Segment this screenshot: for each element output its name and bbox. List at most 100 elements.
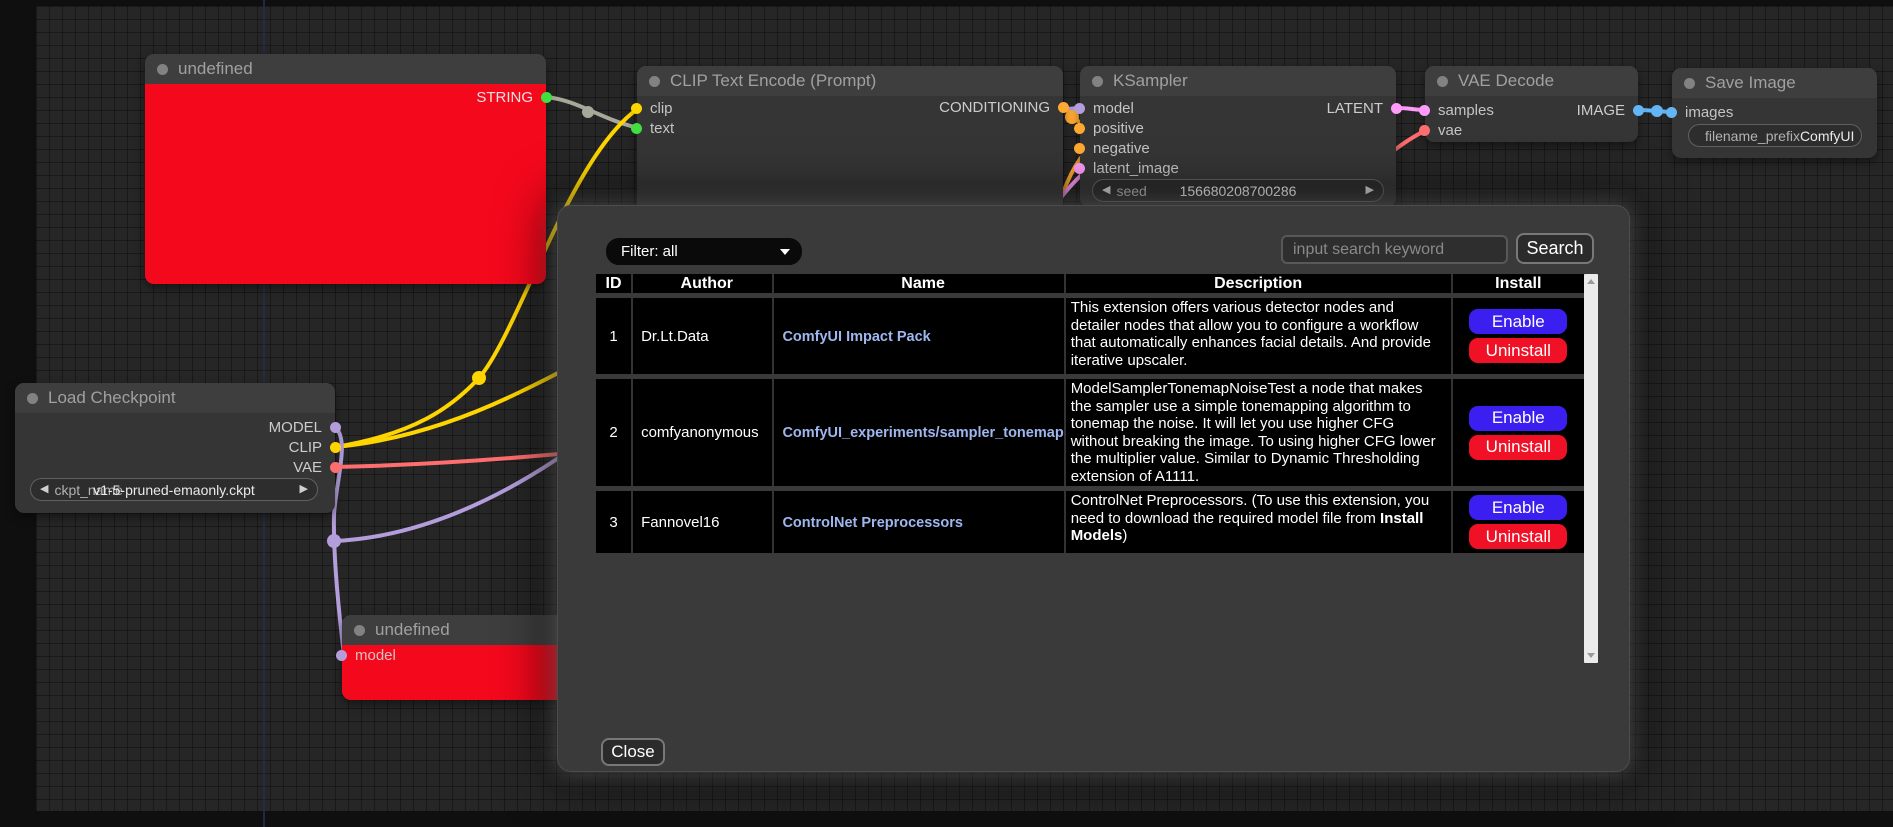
slot-label: STRING <box>476 89 533 106</box>
node-undefined-top[interactable]: undefined STRING <box>145 54 546 284</box>
slot-label: CLIP <box>289 439 322 456</box>
input-slot-text[interactable]: text <box>631 120 674 136</box>
node-undefined-bottom[interactable]: undefined model <box>342 615 570 700</box>
header-author: Author <box>633 274 774 293</box>
slot-dot-icon[interactable] <box>1666 107 1677 118</box>
search-button[interactable]: Search <box>1516 233 1594 264</box>
node-title: Save Image <box>1705 73 1796 93</box>
slot-dot-icon[interactable] <box>1074 163 1085 174</box>
collapse-dot-icon[interactable] <box>1437 76 1448 87</box>
input-slot-model[interactable]: model <box>1074 100 1134 116</box>
collapse-dot-icon[interactable] <box>1684 78 1695 89</box>
seed-widget[interactable]: ◀ seed 156680208700286 ▶ <box>1092 179 1384 202</box>
slot-label: LATENT <box>1327 100 1383 117</box>
uninstall-button[interactable]: Uninstall <box>1469 338 1567 363</box>
cell-install: Enable Uninstall <box>1453 379 1584 486</box>
extension-table-zone: ID Author Name Description Install 1 Dr.… <box>596 274 1598 663</box>
node-clip-text-encode[interactable]: CLIP Text Encode (Prompt) clip text COND… <box>637 66 1063 216</box>
widget-value[interactable]: v1-5-pruned-emaonly.ckpt <box>31 482 317 498</box>
input-slot-images[interactable]: images <box>1666 104 1733 120</box>
slot-dot-icon[interactable] <box>330 422 341 433</box>
scroll-up-icon[interactable] <box>1587 279 1595 284</box>
input-slot-negative[interactable]: negative <box>1074 140 1150 156</box>
cell-install: Enable Uninstall <box>1453 298 1584 374</box>
output-slot-vae[interactable]: VAE <box>293 459 341 475</box>
filter-select[interactable]: Filter: all <box>606 238 802 265</box>
enable-button[interactable]: Enable <box>1469 309 1567 334</box>
output-slot-clip[interactable]: CLIP <box>289 439 341 455</box>
slot-dot-icon[interactable] <box>631 103 642 114</box>
node-title-bar[interactable]: Load Checkpoint <box>15 383 335 413</box>
node-title-bar[interactable]: undefined <box>342 615 570 645</box>
slot-dot-icon[interactable] <box>541 92 552 103</box>
input-slot-positive[interactable]: positive <box>1074 120 1144 136</box>
slot-dot-icon[interactable] <box>1074 103 1085 114</box>
slot-dot-icon[interactable] <box>330 442 341 453</box>
node-title: CLIP Text Encode (Prompt) <box>670 71 876 91</box>
collapse-dot-icon[interactable] <box>1092 76 1103 87</box>
widget-value[interactable]: 156680208700286 <box>1093 183 1383 199</box>
table-scrollbar[interactable] <box>1584 274 1598 663</box>
node-ksampler[interactable]: KSampler model positive negative latent_… <box>1080 66 1396 207</box>
slot-label: CONDITIONING <box>939 99 1050 116</box>
output-slot-conditioning[interactable]: CONDITIONING <box>939 99 1069 115</box>
extension-link[interactable]: ControlNet Preprocessors <box>782 515 963 531</box>
node-title-bar[interactable]: KSampler <box>1080 66 1396 96</box>
input-slot-vae[interactable]: vae <box>1419 122 1462 138</box>
slot-dot-icon[interactable] <box>1391 103 1402 114</box>
collapse-dot-icon[interactable] <box>157 64 168 75</box>
close-button[interactable]: Close <box>601 738 665 766</box>
ckpt-name-widget[interactable]: ◀ ckpt_name v1-5-pruned-emaonly.ckpt ▶ <box>30 478 318 501</box>
node-title-bar[interactable]: CLIP Text Encode (Prompt) <box>637 66 1063 96</box>
cell-id: 1 <box>596 298 633 374</box>
output-slot-string[interactable]: STRING <box>476 89 552 105</box>
node-load-checkpoint[interactable]: Load Checkpoint MODEL CLIP VAE ◀ ckpt_na… <box>15 383 335 513</box>
uninstall-button[interactable]: Uninstall <box>1469 524 1567 549</box>
cell-id: 2 <box>596 379 633 486</box>
slot-label: vae <box>1438 122 1462 139</box>
node-title-bar[interactable]: undefined <box>145 54 546 84</box>
collapse-dot-icon[interactable] <box>27 393 38 404</box>
node-title-bar[interactable]: VAE Decode <box>1425 66 1638 96</box>
slot-label: model <box>1093 100 1134 117</box>
output-slot-image[interactable]: IMAGE <box>1577 102 1644 118</box>
search-input[interactable] <box>1281 235 1508 264</box>
node-vae-decode[interactable]: VAE Decode samples vae IMAGE <box>1425 66 1638 142</box>
slot-dot-icon[interactable] <box>631 123 642 134</box>
slot-dot-icon[interactable] <box>1074 143 1085 154</box>
filename-prefix-widget[interactable]: filename_prefix ComfyUI <box>1688 124 1862 147</box>
comfyui-canvas[interactable]: undefined STRING CLIP Text Encode (Promp… <box>0 0 1893 827</box>
slot-dot-icon[interactable] <box>1074 123 1085 134</box>
node-title-bar[interactable]: Save Image <box>1672 68 1877 98</box>
extension-table: ID Author Name Description Install 1 Dr.… <box>596 269 1584 558</box>
description-text: ControlNet Preprocessors. (To use this e… <box>1071 492 1430 527</box>
input-slot-model[interactable]: model <box>336 647 396 663</box>
collapse-dot-icon[interactable] <box>649 76 660 87</box>
widget-value[interactable]: ComfyUI <box>1800 128 1854 144</box>
slot-label: images <box>1685 104 1733 121</box>
slot-label: positive <box>1093 120 1144 137</box>
node-save-image[interactable]: Save Image images filename_prefix ComfyU… <box>1672 68 1877 158</box>
slot-dot-icon[interactable] <box>330 462 341 473</box>
input-slot-samples[interactable]: samples <box>1419 102 1494 118</box>
slot-dot-icon[interactable] <box>336 650 347 661</box>
output-slot-model[interactable]: MODEL <box>269 419 341 435</box>
input-slot-latent-image[interactable]: latent_image <box>1074 160 1179 176</box>
cell-name: ComfyUI_experiments/sampler_tonemap <box>774 379 1065 486</box>
input-slot-clip[interactable]: clip <box>631 100 673 116</box>
table-header-row: ID Author Name Description Install <box>596 274 1584 293</box>
collapse-dot-icon[interactable] <box>354 625 365 636</box>
slot-dot-icon[interactable] <box>1419 125 1430 136</box>
enable-button[interactable]: Enable <box>1469 495 1567 520</box>
slot-dot-icon[interactable] <box>1058 102 1069 113</box>
output-slot-latent[interactable]: LATENT <box>1327 100 1402 116</box>
enable-button[interactable]: Enable <box>1469 406 1567 431</box>
extension-link[interactable]: ComfyUI Impact Pack <box>782 329 930 345</box>
uninstall-button[interactable]: Uninstall <box>1469 435 1567 460</box>
table-row: 3 Fannovel16 ControlNet Preprocessors Co… <box>596 491 1584 553</box>
description-text: ) <box>1122 527 1127 544</box>
extension-link[interactable]: ComfyUI_experiments/sampler_tonemap <box>782 425 1063 441</box>
slot-dot-icon[interactable] <box>1419 105 1430 116</box>
slot-dot-icon[interactable] <box>1633 105 1644 116</box>
scroll-down-icon[interactable] <box>1587 653 1595 658</box>
